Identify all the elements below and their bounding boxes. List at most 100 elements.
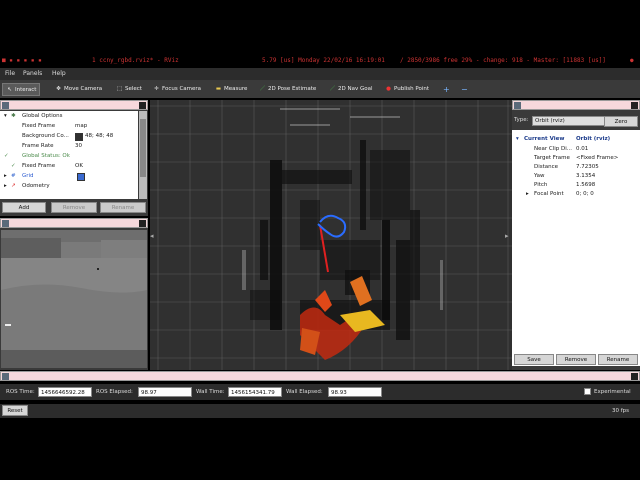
- close-panel-icon[interactable]: [139, 102, 146, 109]
- color-swatch[interactable]: [75, 133, 83, 141]
- expand-arrow-icon[interactable]: ▾: [4, 111, 7, 121]
- panel-icon: [2, 220, 9, 227]
- rviz-3d-viewport[interactable]: ◂ ▸: [150, 100, 512, 370]
- system-clock: 5.79 [us] Monday 22/02/16 16:19:01: [262, 57, 385, 64]
- focus-camera-icon: ✛: [154, 86, 159, 92]
- background-color-row[interactable]: Background Co... 48; 48; 48: [0, 131, 138, 141]
- menu-help[interactable]: Help: [52, 68, 66, 80]
- menu-panels[interactable]: Panels: [23, 68, 42, 80]
- close-panel-icon[interactable]: [139, 220, 146, 227]
- move-camera-icon: ✥: [56, 86, 61, 92]
- collapse-right-icon[interactable]: ▸: [505, 232, 509, 240]
- expand-arrow-icon[interactable]: ▸: [4, 171, 7, 181]
- grid-display-row[interactable]: ▸ # Grid: [0, 171, 138, 181]
- close-panel-icon[interactable]: [631, 102, 638, 109]
- system-status-bar: ■ ▪ ▪ ▪ ▪ ▪ 1 ccny_rgbd.rviz* - RViz 5.7…: [0, 56, 640, 66]
- displays-title: Displays: [12, 102, 38, 109]
- image-panel-title: Image: [12, 220, 31, 227]
- publish-point-icon: ●: [386, 86, 391, 92]
- grid-enabled-checkbox[interactable]: [77, 173, 85, 181]
- rename-display-button[interactable]: Rename: [100, 202, 146, 213]
- focus-camera-tool-button[interactable]: ✛ Focus Camera: [150, 83, 204, 96]
- publish-point-tool-button[interactable]: ● Publish Point: [382, 83, 432, 96]
- expand-arrow-icon[interactable]: ▸: [4, 181, 7, 191]
- view-prop-row[interactable]: ▸ Focal Point 0; 0; 0: [512, 189, 640, 199]
- select-tool-button[interactable]: ⬚ Select: [113, 83, 145, 96]
- check-icon: ✓: [4, 153, 9, 159]
- ros-elapsed-label: ROS Elapsed:: [96, 389, 133, 395]
- image-panel: Image: [0, 218, 148, 370]
- pose-estimate-tool-button[interactable]: ／ 2D Pose Estimate: [256, 83, 319, 96]
- remove-display-button[interactable]: Remove: [51, 202, 97, 213]
- window-title: 1 ccny_rgbd.rviz* - RViz: [92, 57, 179, 64]
- odometry-icon: ↗: [11, 183, 16, 189]
- ros-elapsed-field[interactable]: 98.97: [138, 387, 192, 397]
- frame-rate-row[interactable]: Frame Rate 30: [0, 141, 138, 151]
- check-icon: ✓: [11, 163, 16, 169]
- save-view-button[interactable]: Save: [514, 354, 554, 365]
- remove-tool-button[interactable]: −: [458, 83, 471, 96]
- add-tool-button[interactable]: +: [440, 83, 453, 96]
- depth-image-render: [1, 230, 147, 368]
- interact-icon: ↖: [7, 87, 12, 93]
- pose-arrow-icon: ／: [259, 86, 266, 92]
- global-status-row[interactable]: ✓ Global Status: Ok: [0, 151, 138, 161]
- displays-panel-header: Displays: [0, 100, 148, 110]
- expand-arrow-icon[interactable]: ▾: [516, 134, 519, 144]
- grid-icon: #: [11, 173, 16, 179]
- views-tree: ▾ Current View Orbit (rviz) Near Clip Di…: [512, 130, 640, 366]
- reset-button[interactable]: Reset: [2, 405, 28, 416]
- wall-time-field[interactable]: 1456154341.79: [228, 387, 282, 397]
- menu-bar: File Panels Help: [0, 68, 640, 80]
- time-panel: ROS Time: 1456646592.28 ROS Elapsed: 98.…: [0, 384, 640, 400]
- collapse-left-icon[interactable]: ◂: [150, 232, 154, 240]
- close-panel-icon[interactable]: [631, 373, 638, 380]
- displays-tree: ▾ ✱ Global Options Fixed Frame map Backg…: [0, 111, 138, 199]
- remove-view-button[interactable]: Remove: [556, 354, 596, 365]
- panel-icon: [2, 373, 9, 380]
- wall-elapsed-field[interactable]: 98.93: [328, 387, 382, 397]
- nav-goal-tool-button[interactable]: ／ 2D Nav Goal: [326, 83, 376, 96]
- expand-arrow-icon[interactable]: ▸: [526, 189, 529, 199]
- global-options-row[interactable]: ▾ ✱ Global Options: [0, 111, 138, 121]
- system-tray-icons: ■ ▪ ▪ ▪ ▪ ▪: [2, 57, 42, 64]
- current-view-row[interactable]: ▾ Current View Orbit (rviz): [512, 134, 640, 144]
- gear-icon: ✱: [11, 113, 16, 119]
- map-render[interactable]: ◂ ▸: [150, 100, 512, 370]
- zero-view-button[interactable]: Zero: [604, 116, 638, 127]
- nav-goal-arrow-icon: ／: [329, 86, 336, 92]
- fixed-frame-row[interactable]: Fixed Frame map: [0, 121, 138, 131]
- depth-camera-image: [1, 230, 147, 368]
- scrollbar-thumb[interactable]: [140, 119, 146, 177]
- view-type-label: Type:: [514, 117, 529, 123]
- toolbar: ↖ Interact ✥ Move Camera ⬚ Select ✛ Focus Ca…: [0, 80, 640, 98]
- fps-indicator: 30 fps: [612, 408, 630, 414]
- select-icon: ⬚: [116, 86, 123, 92]
- experimental-label: Experimental: [594, 389, 631, 395]
- interact-tool-button[interactable]: ↖ Interact: [2, 83, 41, 96]
- time-title: Time: [12, 373, 27, 380]
- point-cloud-map: [250, 140, 420, 340]
- views-title: Views: [524, 102, 542, 109]
- image-panel-header: Image: [0, 218, 148, 228]
- time-panel-header: Time: [0, 371, 640, 381]
- move-camera-tool-button[interactable]: ✥ Move Camera: [52, 83, 105, 96]
- panel-icon: [514, 102, 521, 109]
- measure-tool-button[interactable]: ▬ Measure: [212, 83, 250, 96]
- experimental-checkbox[interactable]: [584, 388, 591, 395]
- menu-file[interactable]: File: [5, 68, 15, 80]
- add-display-button[interactable]: Add: [2, 202, 46, 213]
- fixed-frame-status-row[interactable]: ✓ Fixed Frame OK: [0, 161, 138, 171]
- displays-scrollbar[interactable]: [139, 111, 147, 199]
- measure-icon: ▬: [215, 86, 222, 92]
- displays-panel: Displays ▾ ✱ Global Options Fixed Frame …: [0, 100, 148, 216]
- wall-elapsed-label: Wall Elapsed:: [286, 389, 323, 395]
- views-panel: Views Type: Orbit (rviz) ▾ Zero ▾ Curren…: [512, 100, 640, 370]
- panel-icon: [2, 102, 9, 109]
- ros-time-field[interactable]: 1456646592.28: [38, 387, 92, 397]
- odometry-display-row[interactable]: ▸ ↗ Odometry: [0, 181, 138, 191]
- ros-time-label: ROS Time:: [6, 389, 35, 395]
- views-panel-header: Views: [512, 100, 640, 110]
- power-icon[interactable]: ●: [630, 56, 634, 66]
- rename-view-button[interactable]: Rename: [598, 354, 638, 365]
